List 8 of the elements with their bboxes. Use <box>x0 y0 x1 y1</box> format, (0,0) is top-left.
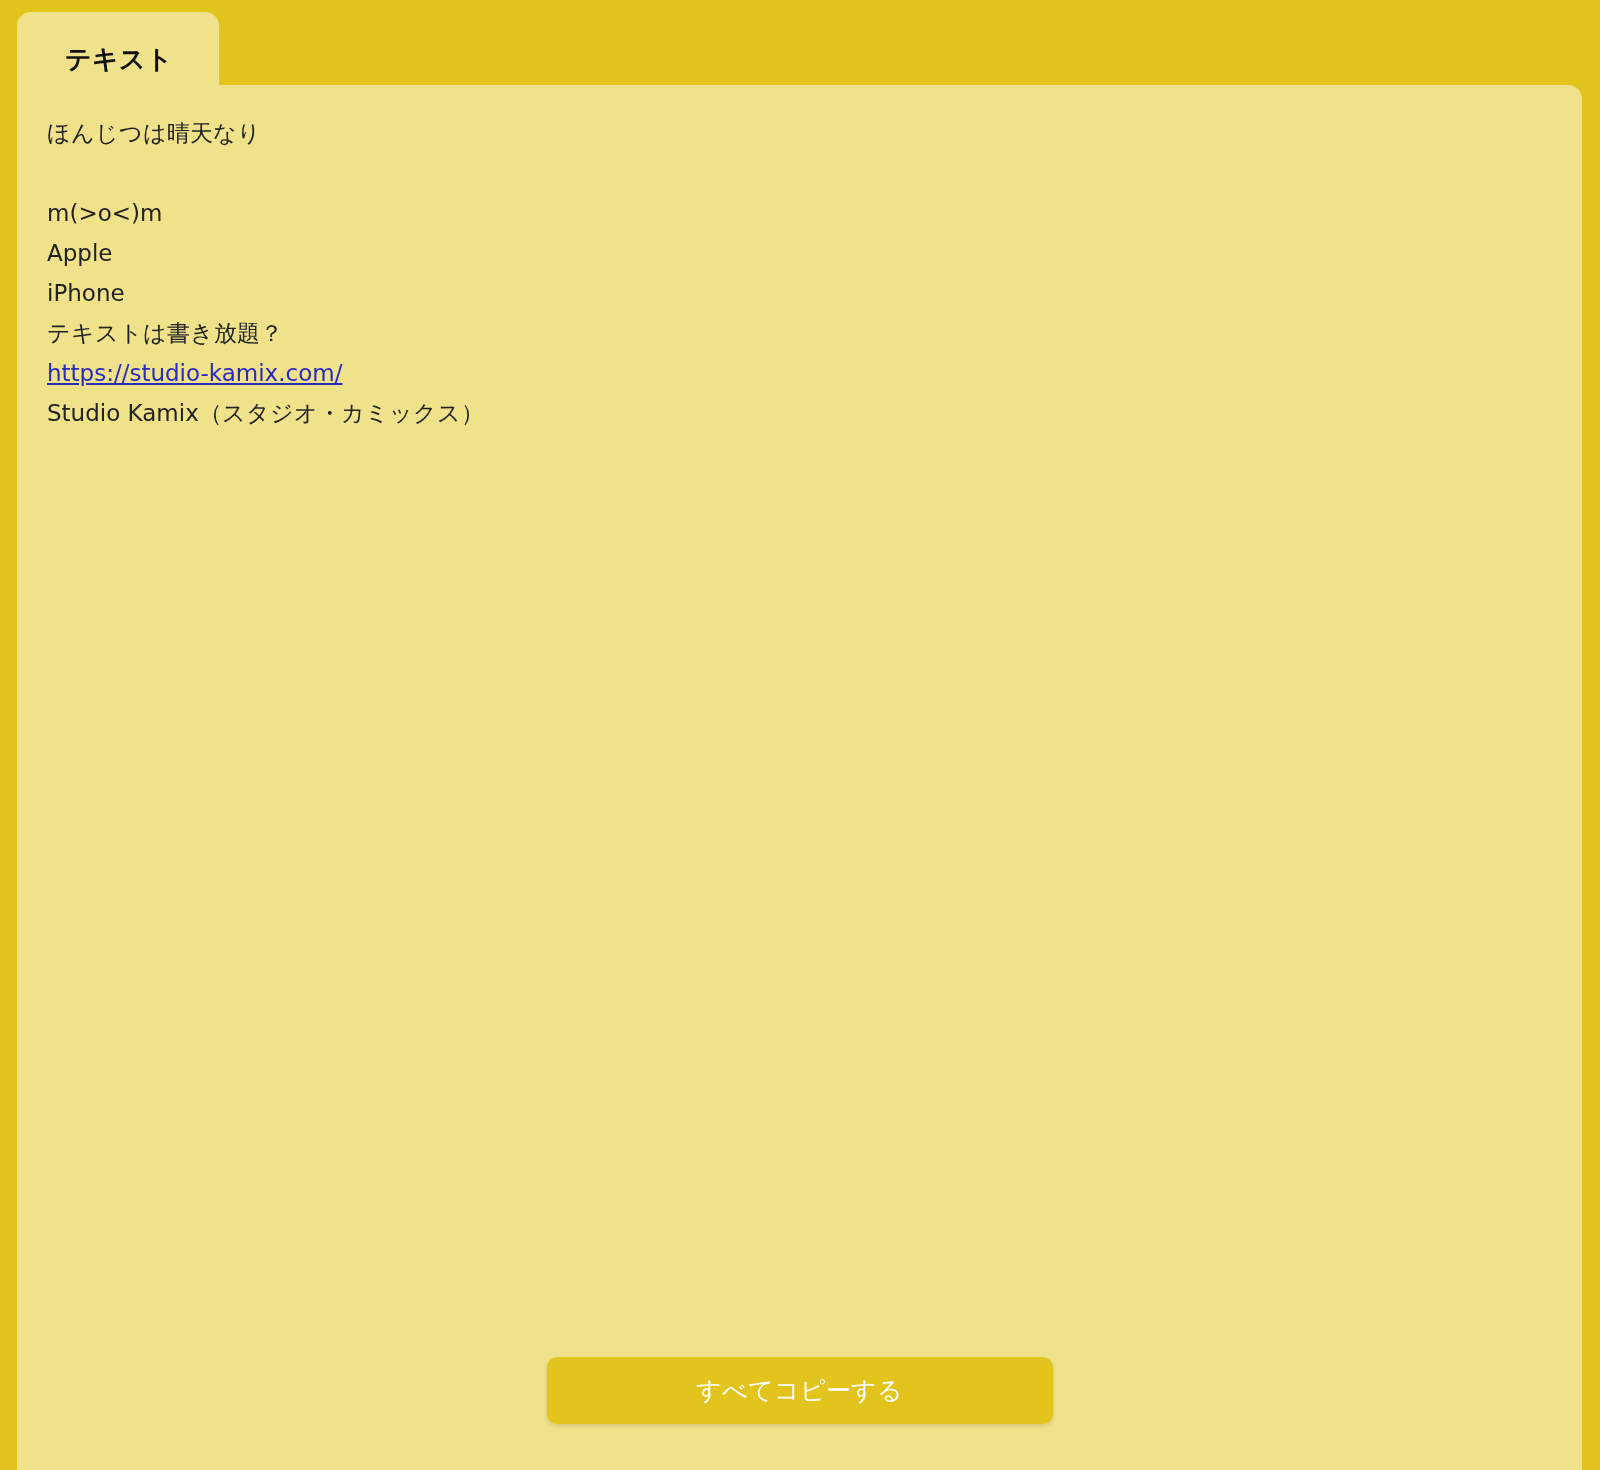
text-line: iPhone <box>47 279 125 308</box>
link[interactable]: https://studio-kamix.com/ <box>47 353 343 393</box>
text-line: ほんじつは晴天なり <box>47 119 261 148</box>
text-line: m(>o<)m <box>47 199 163 228</box>
tab[interactable]: テキスト <box>17 12 219 85</box>
text-line: Studio Kamix（スタジオ・カミックス） <box>47 399 484 428</box>
text-line: テキストは書き放題？ <box>47 319 283 348</box>
text-line: Apple <box>47 239 113 268</box>
